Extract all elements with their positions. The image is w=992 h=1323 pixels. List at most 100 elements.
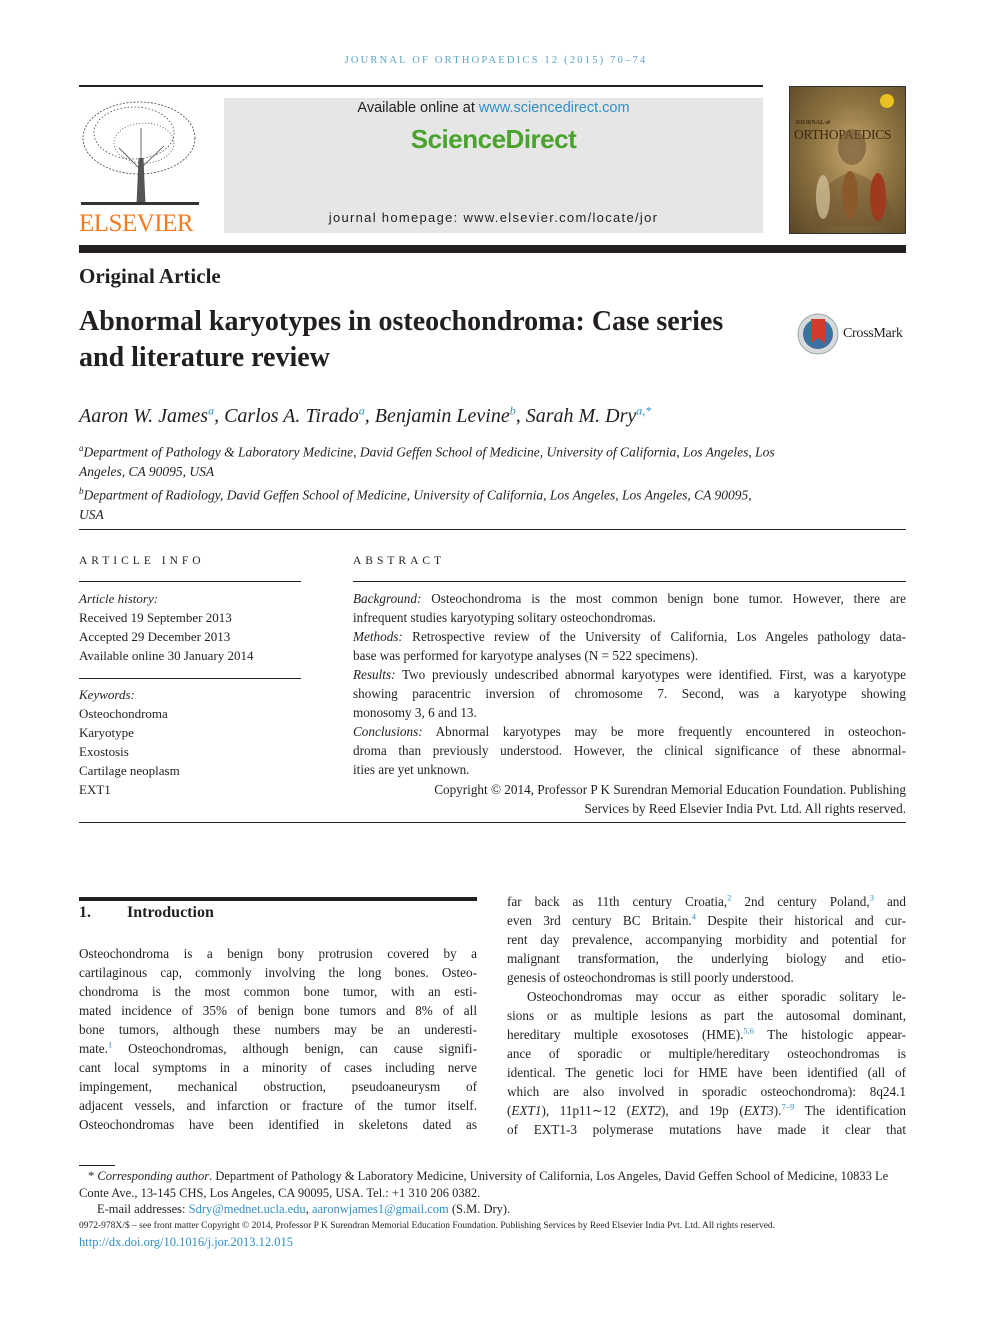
italic-text: EXT2 (630, 1103, 662, 1118)
available-label: Available online at (357, 100, 479, 116)
text-line: identical. The genetic loci for HME have… (507, 1063, 906, 1082)
crossmark-icon (797, 313, 839, 355)
text-line: showing paracentric inversion of chromos… (353, 684, 906, 703)
footnote-rule (79, 1165, 115, 1166)
text-line: Osteochondromas may occur as either spor… (507, 987, 906, 1006)
italic-text: Conclusions: (353, 724, 423, 739)
text-line: Background: Osteochondroma is the most c… (353, 589, 906, 608)
masthead-bar (79, 245, 906, 253)
text-line: rent day prevalence, accompanying morbid… (507, 930, 906, 949)
text-run: Osteochondromas, although benign, can ca… (112, 1041, 477, 1056)
crossmark-button[interactable]: CrossMark (797, 312, 903, 356)
text-run: identical. The genetic loci for HME have… (507, 1065, 906, 1080)
keywords: Keywords: Osteochondroma Karyotype Exost… (79, 685, 180, 799)
affiliation: bDepartment of Radiology, David Geffen S… (79, 485, 752, 522)
doi-link[interactable]: http://dx.doi.org/10.1016/j.jor.2013.12.… (79, 1235, 293, 1249)
text-line: (EXT1), 11p11∼12 (EXT2), and 19p (EXT3).… (507, 1101, 906, 1120)
journal-running-header: Journal of Orthopaedics 12 (2015) 70–74 (344, 55, 648, 66)
text-run: monosomy 3, 6 and 13. (353, 705, 477, 720)
available-online: Available online at www.sciencedirect.co… (224, 100, 763, 116)
text-run: infrequent studies karyotyping solitary … (353, 610, 656, 625)
text-line: sions or as multiple lesions as part the… (507, 1006, 906, 1025)
text-line: mate.1 Osteochondromas, although benign,… (79, 1039, 477, 1058)
keywords-label: Keywords: (79, 687, 135, 702)
sciencedirect-brand[interactable]: ScienceDirect (224, 124, 763, 155)
text-line: far back as 11th century Croatia,2 2nd c… (507, 892, 906, 911)
abstract-body: Background: Osteochondroma is the most c… (353, 589, 906, 779)
text-line: chondroma is the most common bone tumor,… (79, 982, 477, 1001)
text-line: adjacent vessels, and infarction or frac… (79, 1096, 477, 1115)
citation-link[interactable]: 5,6 (743, 1026, 754, 1036)
text-line: malignant transformation, the underlying… (507, 949, 906, 968)
email-note: E-mail addresses: Sdry@mednet.ucla.edu, … (97, 1202, 511, 1216)
text-line: Osteochondromas have been identified in … (79, 1115, 477, 1134)
abstract-copyright: Copyright © 2014, Professor P K Surendra… (353, 780, 906, 818)
citation-link[interactable]: 7–9 (781, 1102, 794, 1112)
author[interactable]: Sarah M. Drya,* (526, 403, 652, 427)
text-run: hereditary multiple exosotoses (HME). (507, 1027, 744, 1042)
text-run: Osteochondromas may occur as either spor… (527, 989, 906, 1004)
text-run: Abnormal karyotypes may be more frequent… (422, 724, 906, 739)
corresponding-author-note: * Corresponding author. Department of Pa… (79, 1169, 889, 1200)
text-run: Osteochondromas have been identified in … (79, 1117, 477, 1132)
accepted-date: Accepted 29 December 2013 (79, 629, 231, 644)
text-run: base was performed for karyotype analyse… (353, 648, 699, 663)
history-label: Article history: (79, 591, 159, 606)
text-line: Methods: Retrospective review of the Uni… (353, 627, 906, 646)
keyword: Karyotype (79, 725, 134, 740)
email-link[interactable]: Sdry@mednet.ucla.edu (189, 1202, 306, 1216)
text-run: Osteochondroma is the most common benign… (421, 591, 906, 606)
text-run: The identification (794, 1103, 907, 1118)
author[interactable]: Benjamin Levineb (375, 403, 516, 427)
text-run: droma than previously understood. Howeve… (353, 743, 906, 758)
text-line: genesis of osteochondromas is still poor… (507, 968, 906, 987)
text-run: ities are yet unknown. (353, 762, 470, 777)
text-line: Conclusions: Abnormal karyotypes may be … (353, 722, 906, 741)
text-run: malignant transformation, the underlying… (507, 951, 906, 966)
text-run: even 3rd century BC Britain. (507, 913, 692, 928)
text-line: ance of sporadic or multiple/hereditary … (507, 1044, 906, 1063)
elsevier-wordmark: ELSEVIER (79, 210, 194, 237)
section-rule (79, 897, 477, 901)
section-title: Introduction (127, 904, 214, 921)
author[interactable]: Aaron W. Jamesa (79, 403, 214, 427)
text-run: ), and 19p ( (661, 1103, 744, 1118)
text-run: genesis of osteochondromas is still poor… (507, 970, 794, 985)
italic-text: EXT1 (511, 1103, 542, 1118)
text-run: far back as 11th century Croatia, (507, 894, 728, 909)
italic-text: Methods: (353, 629, 403, 644)
article-info-heading: Article info (79, 555, 205, 567)
text-run: rent day prevalence, accompanying morbid… (507, 932, 906, 947)
text-run: ance of sporadic or multiple/hereditary … (507, 1046, 906, 1061)
elsevier-logo[interactable]: ELSEVIER (79, 98, 201, 238)
text-run: of EXT1-3 polymerase mutations have made… (507, 1122, 906, 1137)
text-line: ities are yet unknown. (353, 760, 906, 779)
header-rule (79, 85, 763, 87)
text-run: bone tumors, although these numbers may … (79, 1022, 477, 1037)
divider (79, 822, 906, 823)
text-line: droma than previously understood. Howeve… (353, 741, 906, 760)
italic-text: Background: (353, 591, 422, 606)
abstract-heading: Abstract (353, 555, 446, 567)
author[interactable]: Carlos A. Tiradoa (224, 403, 365, 427)
text-run: showing paracentric inversion of chromos… (353, 686, 906, 701)
affiliation: aDepartment of Pathology & Laboratory Me… (79, 443, 775, 479)
text-run: impingement, mechanical obstruction, pse… (79, 1079, 477, 1094)
keyword: Cartilage neoplasm (79, 763, 180, 778)
intro-left-column: Osteochondroma is a benign bony protrusi… (79, 944, 477, 1134)
keyword: Osteochondroma (79, 706, 168, 721)
email-link[interactable]: aaronwjames1@gmail.com (312, 1202, 449, 1216)
text-run: adjacent vessels, and infarction or frac… (79, 1098, 477, 1113)
divider (79, 581, 301, 582)
sciencedirect-link[interactable]: www.sciencedirect.com (479, 100, 630, 116)
text-line: cant local symptoms in a minority of cas… (79, 1058, 477, 1077)
text-run: sions or as multiple lesions as part the… (507, 1008, 906, 1023)
author-list: Aaron W. Jamesa, Carlos A. Tiradoa, Benj… (79, 403, 652, 427)
online-date: Available online 30 January 2014 (79, 648, 254, 663)
copyright-line: Services by Reed Elsevier India Pvt. Ltd… (584, 801, 906, 816)
journal-cover-image[interactable]: JOURNAL of ORTHOPAEDICS (789, 86, 906, 234)
keyword: Exostosis (79, 744, 129, 759)
text-run: mated incidence of 35% of benign bone tu… (79, 1003, 477, 1018)
text-run: ), 11p11∼12 ( (541, 1103, 631, 1118)
journal-homepage-link[interactable]: journal homepage: www.elsevier.com/locat… (224, 210, 763, 225)
